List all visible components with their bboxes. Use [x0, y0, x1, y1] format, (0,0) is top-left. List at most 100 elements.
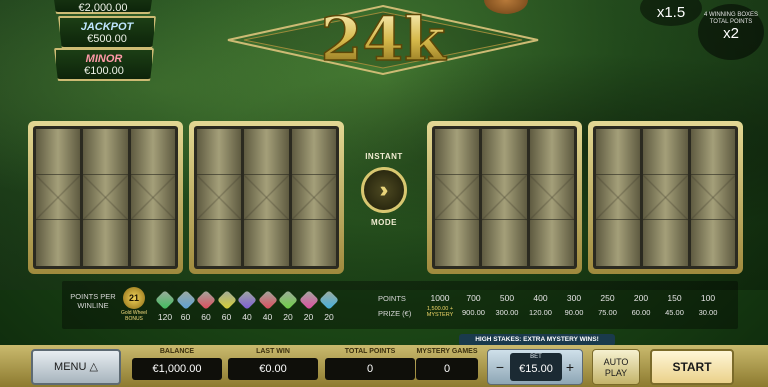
gem-icon — [237, 290, 257, 310]
bet-display: BET €15.00 — [510, 353, 562, 381]
points-per-winline-label: POINTS PER WINLINE — [70, 292, 116, 310]
prize-points: 250 — [600, 293, 615, 303]
reel — [291, 129, 336, 266]
total-points-field: TOTAL POINTS 0 — [325, 347, 415, 380]
minor-jackpot-name: MINOR — [85, 53, 123, 65]
gem-points: 60 — [201, 312, 211, 322]
prize-points: 100 — [700, 293, 716, 303]
instant-label: INSTANT — [365, 152, 403, 161]
balance-label: BALANCE — [159, 348, 195, 355]
jackpot-amount: €500.00 — [87, 33, 127, 45]
prize-column: 700 900.00 — [458, 293, 490, 317]
prize-points: 150 — [667, 293, 682, 303]
reel-set-3 — [427, 121, 582, 274]
last-win-field: LAST WIN €0.00 — [228, 347, 318, 380]
prize-amount: 60.00 — [631, 308, 651, 317]
prize-column: 500 300.00 — [491, 293, 523, 317]
reel — [482, 129, 527, 266]
instant-mode-button[interactable]: ›› — [361, 167, 407, 213]
mode-label: MODE — [371, 218, 397, 227]
gem-points: 20 — [324, 312, 334, 322]
game-logo: 24k — [227, 4, 539, 76]
double-chevron-right-icon: ›› — [379, 177, 388, 202]
prize-amount: 75.00 — [598, 308, 617, 317]
reel — [83, 129, 128, 266]
paytable: POINTS PER WINLINE 21 Gold Wheel BONUS 1… — [62, 281, 738, 329]
prize-column: 150 45.00 — [659, 293, 691, 317]
gem-icon — [319, 290, 339, 310]
balance-field: BALANCE €1,000.00 — [132, 347, 222, 380]
mystery-games-field: MYSTERY GAMES 0 — [416, 347, 478, 380]
gem-icon — [196, 290, 216, 310]
minor-jackpot-amount: €100.00 — [84, 65, 124, 77]
start-button[interactable]: START — [650, 349, 734, 385]
reel-set-4 — [588, 121, 743, 274]
logo-text: 24k — [320, 5, 446, 75]
reel — [435, 129, 480, 266]
bet-label: BET — [530, 354, 542, 360]
total-points-label: TOTAL POINTS — [344, 348, 396, 355]
gem-icon — [298, 290, 319, 310]
points-label: POINTS — [378, 294, 406, 303]
prize-column: 200 60.00 — [625, 293, 657, 317]
bet-control: − BET €15.00 + — [487, 349, 583, 385]
gem-points: 120 — [157, 312, 173, 322]
prize-column: 400 120.00 — [525, 293, 557, 317]
reel — [36, 129, 81, 266]
winning-boxes-bonus: 4 WINNING BOXES TOTAL POINTS x2 — [698, 4, 764, 60]
reel — [197, 129, 242, 266]
minor-jackpot-tag: MINOR €100.00 — [54, 48, 154, 81]
bet-decrease-button[interactable]: − — [492, 356, 508, 378]
gem-points: 60 — [180, 312, 191, 322]
gem-icon — [278, 290, 298, 310]
reel — [244, 129, 289, 266]
gem-points: 40 — [242, 312, 252, 322]
instant-mode: INSTANT ›› MODE — [352, 152, 416, 227]
bet-value: €15.00 — [519, 363, 553, 375]
jackpot-name: JACKPOT — [80, 21, 134, 33]
last-win-value: €0.00 — [228, 358, 318, 380]
reel-set-1 — [28, 121, 183, 274]
gold-wheel-label: Gold Wheel BONUS — [120, 310, 148, 322]
prize-points: 400 — [533, 293, 548, 303]
gem-icon — [155, 290, 175, 310]
bet-increase-button[interactable]: + — [562, 356, 578, 378]
gem-points: 20 — [283, 312, 293, 322]
prize-amount: 30.00 — [698, 308, 718, 317]
reel — [643, 129, 688, 266]
grand-jackpot-tag: €2,000.00 — [52, 0, 154, 14]
prize-points: 300 — [566, 293, 582, 303]
prize-points: 700 — [466, 293, 481, 303]
chevron-up-icon: △ — [89, 361, 98, 373]
menu-button[interactable]: MENU △ — [31, 349, 121, 385]
total-points-value: 0 — [325, 358, 415, 380]
prize-amount: 1,500.00 + MYSTERY — [426, 306, 454, 318]
prize-amount: 120.00 — [529, 308, 552, 317]
last-win-label: LAST WIN — [256, 348, 290, 355]
prize-column: 1000 1,500.00 + MYSTERY — [424, 293, 456, 318]
menu-label: MENU — [54, 361, 87, 373]
prize-points: 1000 — [430, 293, 450, 303]
auto-play-button[interactable]: AUTO PLAY — [592, 349, 640, 385]
prize-amount: 300.00 — [495, 308, 519, 317]
prize-label: PRIZE (€) — [378, 309, 412, 318]
gold-wheel-icon: 21 — [123, 287, 145, 309]
gem-icon — [216, 290, 237, 310]
gem-icon — [257, 290, 278, 310]
gem-icon — [175, 290, 196, 310]
reel — [529, 129, 574, 266]
prize-column: 100 30.00 — [692, 293, 724, 317]
prize-points: 500 — [499, 293, 515, 303]
grand-jackpot-amount: €2,000.00 — [78, 2, 128, 14]
mystery-games-label: MYSTERY GAMES — [416, 348, 478, 355]
bonus-caption: 4 WINNING BOXES TOTAL POINTS — [704, 12, 759, 25]
prize-column: 250 75.00 — [592, 293, 624, 317]
reel — [690, 129, 735, 266]
bonus-multiplier: x2 — [723, 25, 739, 42]
mystery-games-value: 0 — [416, 358, 478, 380]
balance-value: €1,000.00 — [132, 358, 222, 380]
jackpot-tag: JACKPOT €500.00 — [58, 16, 156, 49]
prize-amount: 900.00 — [462, 308, 485, 317]
prize-points: 200 — [633, 293, 649, 303]
reel — [130, 129, 175, 266]
